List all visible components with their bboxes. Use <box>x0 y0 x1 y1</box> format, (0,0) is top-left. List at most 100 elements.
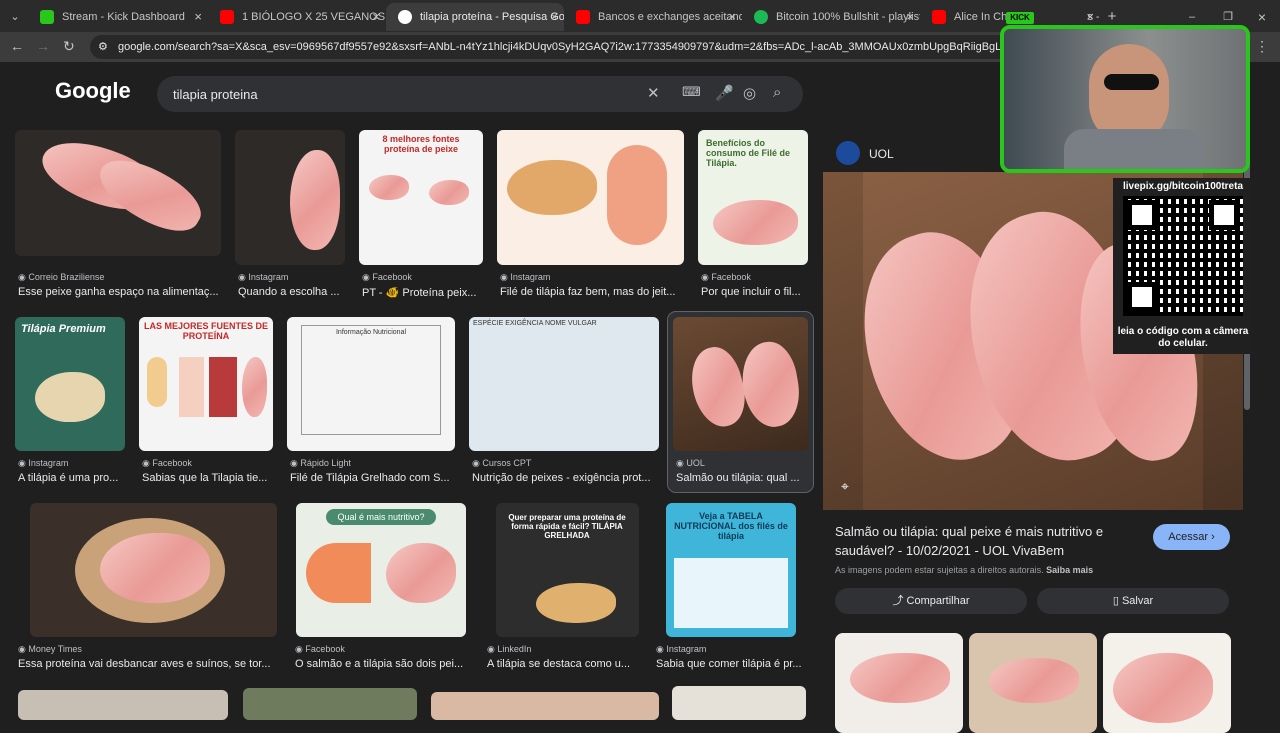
result-image <box>243 688 417 720</box>
tab-kick[interactable]: Stream - Kick Dashboard × <box>28 3 208 31</box>
result-card[interactable]: Qual é mais nutritivo? ◉ Facebook O salm… <box>292 503 467 673</box>
result-card[interactable]: ◉ Correio Braziliense Esse peixe ganha e… <box>15 130 221 300</box>
kick-icon <box>40 10 54 24</box>
related-image[interactable] <box>835 633 963 733</box>
result-image: LAS MEJORES FUENTES DE PROTEÍNA <box>139 317 273 451</box>
instagram-icon: ◉ <box>500 272 511 282</box>
panel-site-name[interactable]: UOL <box>869 147 894 161</box>
instagram-icon: ◉ <box>18 458 29 468</box>
instagram-icon: ◉ <box>238 272 249 282</box>
result-image: Qual é mais nutritivo? <box>296 503 466 637</box>
result-image: 8 melhores fontes proteína de peixe <box>359 130 483 265</box>
result-image <box>673 317 808 451</box>
result-image <box>672 686 806 720</box>
result-card[interactable] <box>672 686 806 720</box>
result-card[interactable]: 8 melhores fontes proteína de peixe ◉ Fa… <box>359 130 483 300</box>
result-card[interactable]: ◉ Money Times Essa proteína vai desbanca… <box>15 503 277 673</box>
result-image <box>235 130 345 265</box>
facebook-icon: ◉ <box>295 644 306 654</box>
related-image[interactable] <box>969 633 1097 733</box>
source-icon: ◉ <box>290 458 301 468</box>
youtube-icon <box>220 10 234 24</box>
result-card[interactable]: LAS MEJORES FUENTES DE PROTEÍNA ◉ Facebo… <box>139 317 273 487</box>
result-image: Benefícios do consumo de Filé de Tilápia… <box>698 130 808 265</box>
share-icon: ⤴ <box>892 595 907 607</box>
result-image <box>431 692 659 720</box>
reload-icon[interactable]: ↻ <box>63 38 75 55</box>
search-icon[interactable]: ⌕ <box>773 84 781 101</box>
close-icon[interactable]: × <box>728 3 736 31</box>
keyboard-icon[interactable]: ⌨ <box>682 84 701 100</box>
source-icon: ◉ <box>18 644 29 654</box>
google-icon <box>398 10 412 24</box>
close-icon[interactable]: × <box>906 3 914 31</box>
result-card[interactable]: ◉ Instagram Filé de tilápia faz bem, mas… <box>497 130 684 300</box>
related-image[interactable] <box>1103 633 1231 733</box>
uol-logo-icon <box>836 141 860 165</box>
result-image <box>15 130 221 256</box>
spotify-icon <box>754 10 768 24</box>
result-image: Quer preparar uma proteína de forma rápi… <box>496 503 639 637</box>
tab-youtube-2[interactable]: Bancos e exchanges aceitando × <box>564 3 742 31</box>
search-input[interactable]: tilapia proteina ✕ ⌨ 🎤 ◎ ⌕ <box>157 76 803 112</box>
visit-button[interactable]: Acessar › <box>1153 524 1230 550</box>
tab-search-button[interactable]: ⌄ <box>2 3 28 31</box>
webcam-overlay <box>1000 25 1250 173</box>
forward-icon[interactable]: → <box>36 38 50 54</box>
facebook-icon: ◉ <box>362 272 373 282</box>
youtube-icon <box>932 10 946 24</box>
uol-icon: ◉ <box>676 458 687 468</box>
instagram-icon: ◉ <box>656 644 667 654</box>
close-icon[interactable]: × <box>194 3 202 31</box>
tab-youtube-1[interactable]: 1 BIÓLOGO X 25 VEGANOS | FT× <box>208 3 386 31</box>
clear-icon[interactable]: ✕ <box>647 84 660 102</box>
result-image <box>18 690 228 720</box>
linkedin-icon: ◉ <box>487 644 498 654</box>
result-card[interactable]: Benefícios do consumo de Filé de Tilápia… <box>698 130 808 300</box>
microphone-icon[interactable]: 🎤 <box>715 84 734 102</box>
result-card[interactable]: Tilápia Premium ◉ Instagram A tilápia é … <box>15 317 125 487</box>
source-icon: ◉ <box>18 272 29 282</box>
url-field[interactable]: ⚙ google.com/search?sa=X&sca_esv=0969567d… <box>90 35 1040 59</box>
qr-code <box>1123 196 1243 316</box>
back-icon[interactable]: ← <box>10 38 24 54</box>
close-icon[interactable]: × <box>550 3 558 31</box>
close-icon[interactable]: × <box>372 3 380 31</box>
result-image <box>497 130 684 265</box>
site-info-icon[interactable]: ⚙ <box>98 35 108 59</box>
lens-search-icon[interactable]: ⌖ <box>841 478 849 495</box>
result-card[interactable]: Quer preparar uma proteína de forma rápi… <box>484 503 644 673</box>
share-button[interactable]: ⤴ Compartilhar <box>835 588 1027 614</box>
result-card-selected[interactable]: ◉ UOL Salmão ou tilápia: qual ... <box>667 311 814 493</box>
menu-icon[interactable]: ⋮ <box>1255 38 1269 55</box>
source-icon: ◉ <box>472 458 483 468</box>
result-image: Tilápia Premium <box>15 317 125 451</box>
window-close-icon[interactable]: × <box>1250 3 1274 31</box>
panel-title[interactable]: Salmão ou tilápia: qual peixe é mais nut… <box>835 522 1135 560</box>
result-card[interactable] <box>18 690 228 720</box>
result-card[interactable]: Informação Nutricional ◉ Rápido Light Fi… <box>287 317 455 487</box>
result-card[interactable]: ESPÉCIE EXIGÊNCIA NOME VULGAR ◉ Cursos C… <box>469 317 659 487</box>
youtube-icon <box>576 10 590 24</box>
result-image: Informação Nutricional <box>287 317 455 451</box>
learn-more-link[interactable]: Saiba mais <box>1046 565 1093 575</box>
result-card[interactable]: ◉ Instagram Quando a escolha ... <box>235 130 345 300</box>
bookmark-icon: ▯ <box>1112 595 1122 607</box>
save-button[interactable]: ▯ Salvar <box>1037 588 1229 614</box>
facebook-icon: ◉ <box>701 272 712 282</box>
result-card[interactable]: Veja a TABELA NUTRICIONAL dos filés de t… <box>653 503 813 673</box>
result-image: Veja a TABELA NUTRICIONAL dos filés de t… <box>666 503 796 637</box>
copyright-notice: As imagens podem estar sujeitas a direit… <box>835 565 1094 575</box>
facebook-icon: ◉ <box>142 458 153 468</box>
google-logo[interactable]: Google <box>55 78 131 104</box>
tab-spotify[interactable]: Bitcoin 100% Bullshit - playlist × <box>742 3 920 31</box>
tab-google-search[interactable]: tilapia proteína - Pesquisa Goog × <box>386 3 564 31</box>
result-card[interactable] <box>431 692 659 720</box>
lens-icon[interactable]: ◎ <box>743 84 756 102</box>
qr-code-overlay: livepix.gg/bitcoin100treta leia o código… <box>1113 178 1253 354</box>
result-image: ESPÉCIE EXIGÊNCIA NOME VULGAR <box>469 317 659 451</box>
kick-badge: KICK <box>1006 12 1034 24</box>
result-card[interactable] <box>243 688 417 720</box>
result-image <box>30 503 277 637</box>
chevron-right-icon: › <box>1211 531 1215 543</box>
